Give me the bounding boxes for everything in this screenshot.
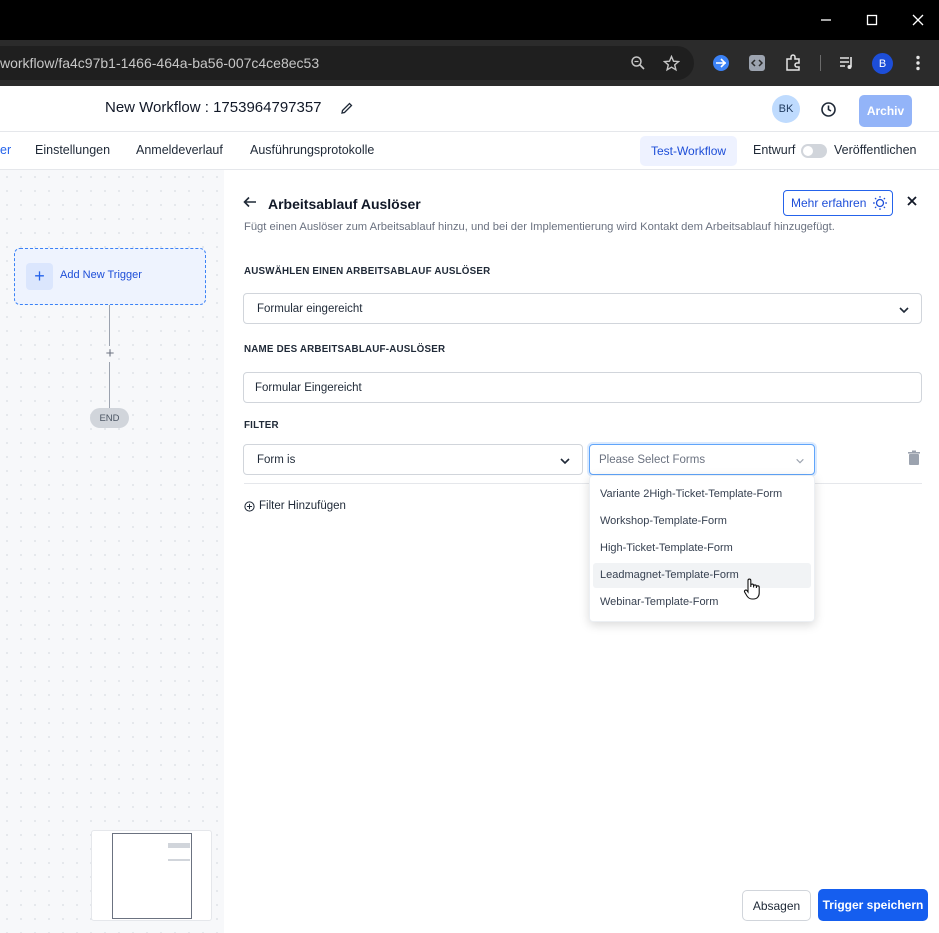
workflow-canvas[interactable]: + Add New Trigger + END	[0, 170, 224, 933]
trigger-name-input[interactable]: Formular Eingereicht	[243, 372, 922, 403]
close-icon	[912, 14, 924, 26]
publish-toggle[interactable]	[801, 144, 827, 158]
form-option[interactable]: Webinar-Template-Form	[593, 590, 811, 615]
bookmark-star-icon[interactable]	[661, 53, 681, 73]
add-trigger-label: Add New Trigger	[60, 269, 142, 281]
maximize-button[interactable]	[849, 0, 895, 40]
save-trigger-button[interactable]: Trigger speichern	[818, 889, 928, 921]
form-option[interactable]: High-Ticket-Template-Form	[593, 536, 811, 561]
minimap[interactable]	[91, 830, 212, 921]
extensions-puzzle-icon[interactable]	[783, 53, 803, 73]
publish-label: Veröffentlichen	[834, 143, 917, 157]
minimize-button[interactable]	[803, 0, 849, 40]
add-filter-label: Filter Hinzufügen	[259, 500, 346, 512]
chevron-down-icon	[899, 307, 909, 314]
form-option[interactable]: Workshop-Template-Form	[593, 509, 811, 534]
plus-circle-icon	[244, 500, 255, 512]
profile-avatar[interactable]: B	[872, 53, 893, 74]
minimap-node	[168, 843, 190, 848]
browser-toolbar: workflow/fa4c97b1-1466-464a-ba56-007c4ce…	[0, 40, 939, 86]
app-header: New Workflow : 1753964797357 BK Archiv	[0, 86, 939, 132]
panel-subtitle: Fügt einen Auslöser zum Arbeitsablauf hi…	[244, 221, 835, 233]
filter-divider	[244, 483, 922, 484]
code-extension-icon[interactable]	[747, 53, 767, 73]
url-bar[interactable]: workflow/fa4c97b1-1466-464a-ba56-007c4ce…	[0, 46, 694, 80]
minimize-icon	[821, 19, 831, 21]
trigger-name-value: Formular Eingereicht	[255, 382, 362, 394]
lightbulb-icon	[873, 196, 888, 210]
form-option-hovered[interactable]: Leadmagnet-Template-Form	[593, 563, 811, 588]
close-window-button[interactable]	[895, 0, 939, 40]
url-text[interactable]: workflow/fa4c97b1-1466-464a-ba56-007c4ce…	[0, 55, 319, 71]
draft-label: Entwurf	[753, 143, 796, 157]
filter-label: FILTER	[244, 420, 279, 431]
back-arrow-icon[interactable]	[242, 194, 258, 210]
close-panel-icon[interactable]	[905, 194, 921, 210]
tab-settings[interactable]: Einstellungen	[35, 143, 110, 157]
media-queue-icon[interactable]	[837, 53, 857, 73]
zoom-icon[interactable]	[628, 53, 648, 73]
browser-titlebar	[0, 0, 939, 40]
add-filter-button[interactable]: Filter Hinzufügen	[244, 500, 346, 512]
trash-icon[interactable]	[907, 450, 923, 467]
filter-field-select[interactable]: Form is	[243, 444, 583, 475]
panel-title: Arbeitsablauf Auslöser	[268, 196, 421, 212]
history-icon[interactable]	[820, 101, 837, 123]
learn-more-button[interactable]: Mehr erfahren	[783, 190, 893, 216]
trigger-name-label: NAME DES ARBEITSABLAUF-AUSLÖSER	[244, 344, 446, 355]
maximize-icon	[866, 14, 878, 26]
archive-button[interactable]: Archiv	[859, 95, 912, 127]
learn-more-label: Mehr erfahren	[791, 196, 867, 210]
extension-arrow-icon[interactable]	[711, 53, 731, 73]
add-trigger-node[interactable]: + Add New Trigger	[14, 248, 206, 305]
test-workflow-button[interactable]: Test-Workflow	[640, 136, 737, 166]
end-node: END	[90, 408, 129, 428]
edit-pencil-icon[interactable]	[340, 101, 354, 120]
forms-dropdown: Variante 2High-Ticket-Template-Form Work…	[589, 475, 815, 622]
forms-select[interactable]: Please Select Forms	[589, 444, 815, 475]
workflow-nav: er Einstellungen Anmeldeverlauf Ausführu…	[0, 132, 939, 170]
filter-field-value: Form is	[257, 454, 296, 466]
chevron-down-icon	[796, 458, 804, 464]
hand-cursor-icon	[743, 578, 761, 605]
kebab-menu-icon[interactable]	[908, 53, 928, 73]
user-avatar[interactable]: BK	[772, 95, 800, 123]
trigger-panel: Arbeitsablauf Auslöser Fügt einen Auslös…	[224, 170, 939, 933]
plus-icon: +	[26, 263, 53, 290]
form-option[interactable]: Variante 2High-Ticket-Template-Form	[593, 482, 811, 507]
trigger-type-value: Formular eingereicht	[257, 303, 363, 315]
cancel-button[interactable]: Absagen	[742, 890, 811, 921]
minimap-node	[168, 859, 190, 861]
workflow-title: New Workflow : 1753964797357	[105, 99, 322, 116]
toggle-knob	[803, 146, 813, 156]
chevron-down-icon	[560, 458, 570, 465]
tab-builder-partial[interactable]: er	[0, 143, 11, 157]
tab-execution-logs[interactable]: Ausführungsprotokolle	[250, 143, 374, 157]
trigger-type-select[interactable]: Formular eingereicht	[243, 293, 922, 324]
tab-enrollment-history[interactable]: Anmeldeverlauf	[136, 143, 223, 157]
forms-placeholder: Please Select Forms	[599, 454, 706, 466]
select-trigger-label: AUSWÄHLEN EINEN ARBEITSABLAUF AUSLÖSER	[244, 266, 491, 277]
toolbar-divider	[820, 55, 821, 71]
add-step-icon[interactable]: +	[102, 346, 118, 362]
